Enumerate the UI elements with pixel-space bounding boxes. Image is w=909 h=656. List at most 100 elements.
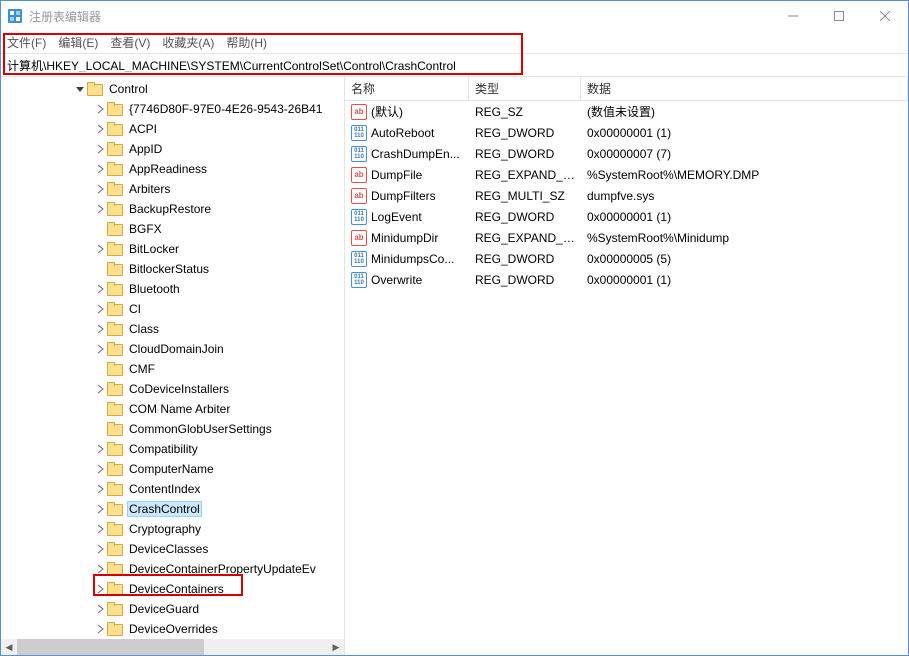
chevron-right-icon[interactable] — [93, 282, 107, 296]
value-type: REG_EXPAND_SZ — [469, 231, 581, 245]
chevron-right-icon[interactable] — [93, 622, 107, 636]
chevron-right-icon[interactable] — [93, 522, 107, 536]
chevron-right-icon[interactable] — [93, 482, 107, 496]
menu-edit[interactable]: 编辑(E) — [58, 34, 98, 51]
tree-item[interactable]: DeviceContainers — [1, 579, 344, 599]
tree-item[interactable]: CI — [1, 299, 344, 319]
tree-item-label: Compatibility — [127, 441, 200, 457]
menu-help[interactable]: 帮助(H) — [226, 34, 267, 51]
tree-item[interactable]: Cryptography — [1, 519, 344, 539]
chevron-right-icon[interactable] — [93, 302, 107, 316]
col-header-data[interactable]: 数据 — [581, 77, 908, 100]
value-type: REG_DWORD — [469, 273, 581, 287]
tree-item[interactable]: Class — [1, 319, 344, 339]
tree-item[interactable]: BGFX — [1, 219, 344, 239]
chevron-right-icon[interactable] — [93, 502, 107, 516]
tree-item[interactable]: CoDeviceInstallers — [1, 379, 344, 399]
tree-item[interactable]: AppReadiness — [1, 159, 344, 179]
tree-item-label: COM Name Arbiter — [127, 401, 232, 417]
col-header-name[interactable]: 名称 — [345, 77, 469, 100]
chevron-right-icon[interactable] — [93, 582, 107, 596]
chevron-right-icon[interactable] — [93, 562, 107, 576]
values-pane[interactable]: 名称 类型 数据 ab(默认)REG_SZ(数值未设置)011110AutoRe… — [345, 77, 908, 655]
value-row[interactable]: 011110LogEventREG_DWORD0x00000001 (1) — [345, 206, 908, 227]
value-row[interactable]: ab(默认)REG_SZ(数值未设置) — [345, 101, 908, 122]
value-row[interactable]: abDumpFileREG_EXPAND_SZ%SystemRoot%\MEMO… — [345, 164, 908, 185]
close-button[interactable] — [862, 1, 908, 31]
tree-item[interactable]: BackupRestore — [1, 199, 344, 219]
value-row[interactable]: 011110CrashDumpEn...REG_DWORD0x00000007 … — [345, 143, 908, 164]
chevron-right-icon[interactable] — [93, 242, 107, 256]
value-row[interactable]: 011110MinidumpsCo...REG_DWORD0x00000005 … — [345, 248, 908, 269]
scroll-right-icon[interactable]: ▶ — [328, 639, 344, 655]
chevron-right-icon[interactable] — [93, 382, 107, 396]
folder-icon — [107, 122, 123, 136]
value-data: 0x00000007 (7) — [581, 147, 908, 161]
tree-item[interactable]: DeviceOverrides — [1, 619, 344, 639]
value-row[interactable]: 011110OverwriteREG_DWORD0x00000001 (1) — [345, 269, 908, 290]
chevron-right-icon[interactable] — [93, 202, 107, 216]
chevron-right-icon[interactable] — [93, 122, 107, 136]
tree-item[interactable]: ACPI — [1, 119, 344, 139]
chevron-right-icon[interactable] — [93, 322, 107, 336]
menu-favorites[interactable]: 收藏夹(A) — [162, 34, 214, 51]
minimize-button[interactable] — [770, 1, 816, 31]
tree-item[interactable]: Arbiters — [1, 179, 344, 199]
scrollbar-thumb[interactable] — [17, 639, 204, 655]
menu-file[interactable]: 文件(F) — [7, 34, 46, 51]
tree-item[interactable]: Control — [1, 79, 344, 99]
tree-item[interactable]: Bluetooth — [1, 279, 344, 299]
value-type: REG_DWORD — [469, 126, 581, 140]
tree-item[interactable]: BitlockerStatus — [1, 259, 344, 279]
folder-icon — [107, 182, 123, 196]
tree-item[interactable]: {7746D80F-97E0-4E26-9543-26B41 — [1, 99, 344, 119]
maximize-button[interactable] — [816, 1, 862, 31]
col-header-type[interactable]: 类型 — [469, 77, 581, 100]
value-name: LogEvent — [371, 210, 422, 224]
horizontal-scrollbar[interactable]: ◀ ▶ — [1, 639, 344, 655]
chevron-right-icon[interactable] — [93, 602, 107, 616]
binary-value-icon: 011110 — [351, 251, 367, 267]
string-value-icon: ab — [351, 188, 367, 204]
chevron-right-icon[interactable] — [93, 342, 107, 356]
tree-item-label: CommonGlobUserSettings — [127, 421, 274, 437]
chevron-right-icon[interactable] — [93, 182, 107, 196]
address-input[interactable] — [7, 58, 902, 72]
tree-item-label: ACPI — [127, 121, 159, 137]
chevron-right-icon[interactable] — [93, 142, 107, 156]
tree-item[interactable]: ContentIndex — [1, 479, 344, 499]
value-name: CrashDumpEn... — [371, 147, 460, 161]
tree-item[interactable]: DeviceContainerPropertyUpdateEv — [1, 559, 344, 579]
chevron-right-icon[interactable] — [93, 462, 107, 476]
scroll-left-icon[interactable]: ◀ — [1, 639, 17, 655]
tree-item[interactable]: Compatibility — [1, 439, 344, 459]
menu-view[interactable]: 查看(V) — [110, 34, 150, 51]
value-type: REG_EXPAND_SZ — [469, 168, 581, 182]
chevron-right-icon[interactable] — [93, 102, 107, 116]
tree-item[interactable]: AppID — [1, 139, 344, 159]
tree-item[interactable]: CommonGlobUserSettings — [1, 419, 344, 439]
value-row[interactable]: abDumpFiltersREG_MULTI_SZdumpfve.sys — [345, 185, 908, 206]
tree-item[interactable]: CMF — [1, 359, 344, 379]
tree-item-label: BitlockerStatus — [127, 261, 211, 277]
tree-item[interactable]: COM Name Arbiter — [1, 399, 344, 419]
tree-item[interactable]: ComputerName — [1, 459, 344, 479]
tree-item[interactable]: DeviceClasses — [1, 539, 344, 559]
tree-pane[interactable]: Control{7746D80F-97E0-4E26-9543-26B41 ACP… — [1, 77, 345, 655]
chevron-right-icon[interactable] — [93, 162, 107, 176]
tree-item-label: Cryptography — [127, 521, 203, 537]
folder-icon — [107, 102, 123, 116]
value-row[interactable]: abMinidumpDirREG_EXPAND_SZ%SystemRoot%\M… — [345, 227, 908, 248]
chevron-right-icon[interactable] — [93, 442, 107, 456]
folder-icon — [107, 302, 123, 316]
chevron-down-icon[interactable] — [73, 82, 87, 96]
tree-item[interactable]: CrashControl — [1, 499, 344, 519]
tree-item[interactable]: DeviceGuard — [1, 599, 344, 619]
value-row[interactable]: 011110AutoRebootREG_DWORD0x00000001 (1) — [345, 122, 908, 143]
value-data: (数值未设置) — [581, 103, 908, 120]
tree-item[interactable]: BitLocker — [1, 239, 344, 259]
tree-item-label: BitLocker — [127, 241, 181, 257]
value-type: REG_MULTI_SZ — [469, 189, 581, 203]
chevron-right-icon[interactable] — [93, 542, 107, 556]
tree-item[interactable]: CloudDomainJoin — [1, 339, 344, 359]
